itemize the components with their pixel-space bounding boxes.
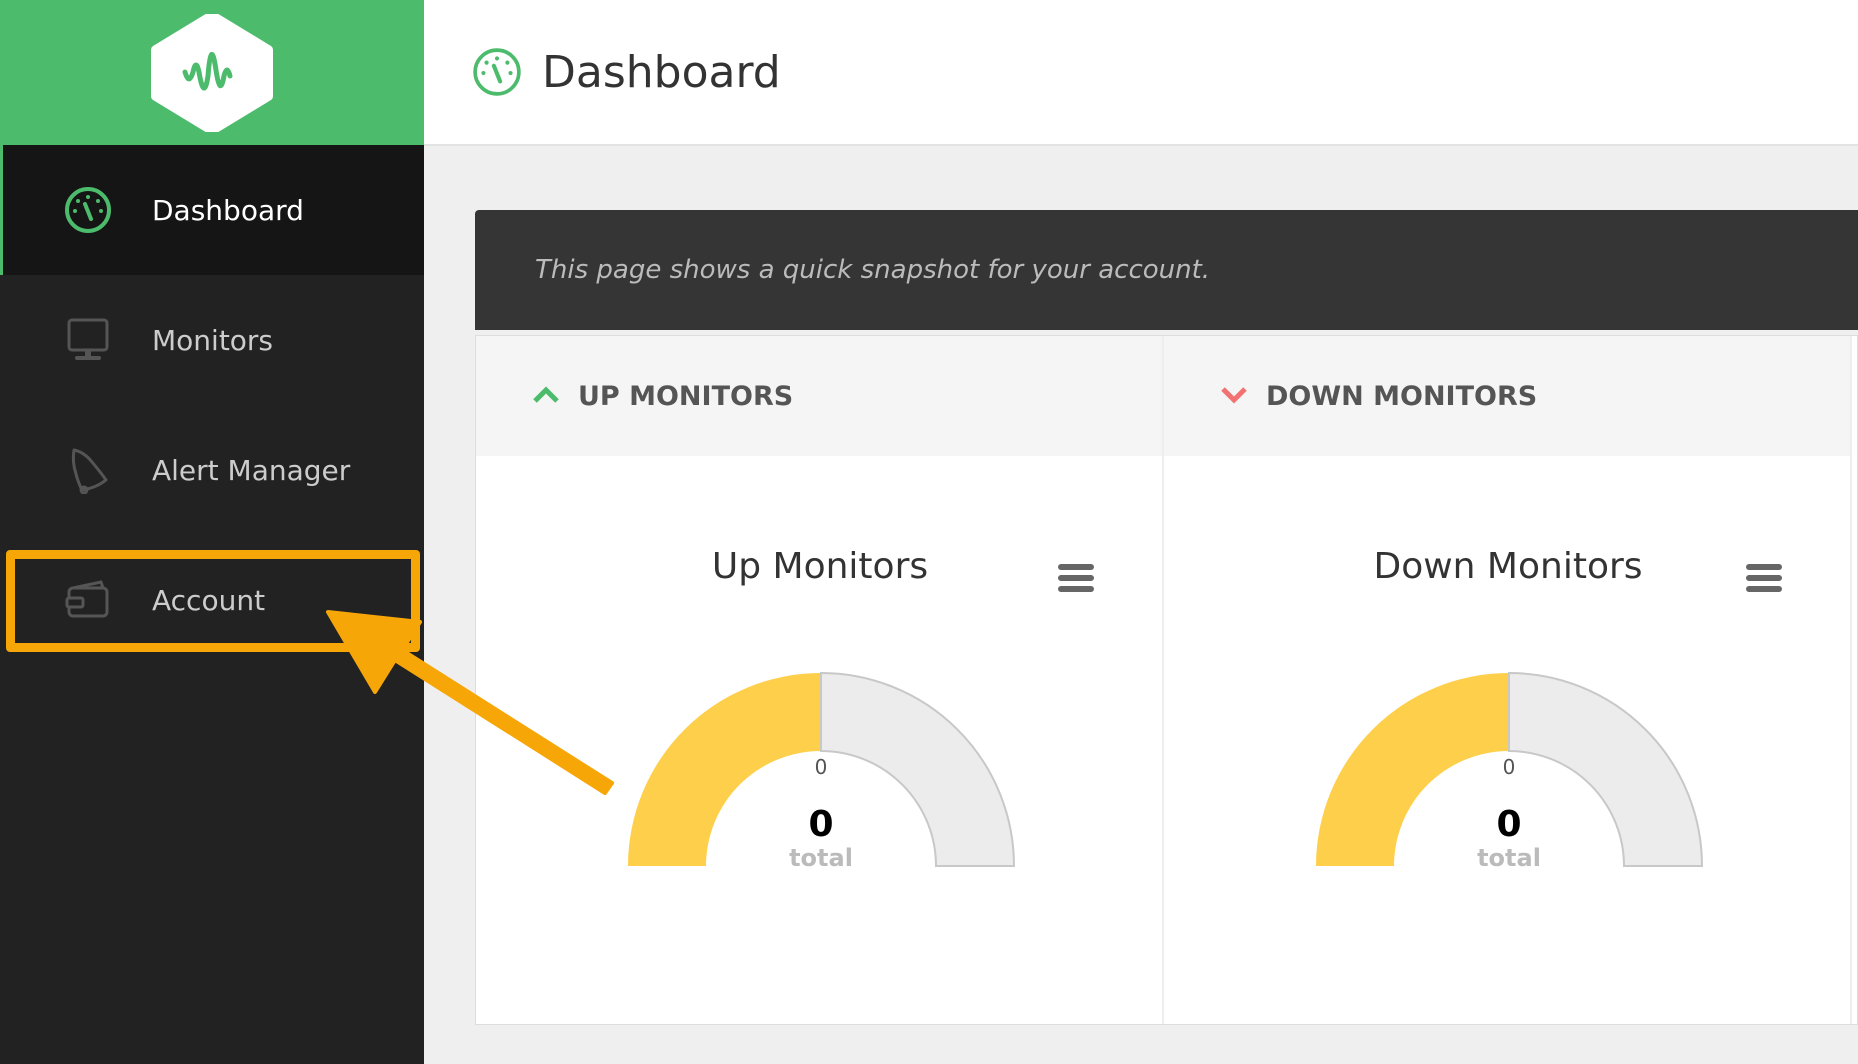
logo-bar (0, 0, 424, 145)
up-monitors-panel: UP MONITORS Up Monitors 0 0 total (476, 336, 1164, 1024)
sidebar-item-label: Dashboard (152, 193, 304, 227)
account-highlight-box (6, 550, 420, 652)
sidebar: Dashboard Monitors Alert Manager Account (0, 0, 424, 1064)
gauge-unit: total (1477, 844, 1541, 872)
page-title: Dashboard (542, 46, 781, 98)
logo-icon[interactable] (150, 13, 274, 132)
chevron-up-icon (532, 382, 560, 410)
chart-menu-button[interactable] (1058, 564, 1094, 597)
page-header: Dashboard (424, 0, 1858, 146)
info-banner: This page shows a quick snapshot for you… (475, 210, 1858, 330)
sidebar-item-label: Monitors (152, 323, 274, 357)
gauge-empty (820, 671, 1016, 867)
banner-text: This page shows a quick snapshot for you… (535, 255, 1211, 285)
gauge-chart: 0 0 total (1316, 671, 1704, 872)
gauge-empty (1508, 671, 1704, 867)
sidebar-item-label: Alert Manager (152, 453, 351, 487)
sidebar-item-dashboard[interactable]: Dashboard (0, 145, 424, 275)
dashboard-icon (473, 48, 521, 96)
dashboard-icon (64, 186, 112, 234)
gauge-value: 0 (1496, 804, 1521, 845)
chart-menu-button[interactable] (1746, 564, 1782, 597)
monitor-panels: UP MONITORS Up Monitors 0 0 total DOWN M… (475, 335, 1858, 1025)
panel-heading: DOWN MONITORS (1266, 380, 1538, 412)
gauge-tick: 0 (815, 755, 828, 779)
chevron-down-icon (1220, 382, 1248, 410)
gauge-chart: 0 0 total (628, 671, 1016, 872)
monitor-icon (64, 316, 112, 364)
down-monitors-panel: DOWN MONITORS Down Monitors 0 0 total (1164, 336, 1852, 1024)
gauge-tick: 0 (1503, 755, 1516, 779)
bell-icon (64, 446, 112, 494)
sidebar-item-monitors[interactable]: Monitors (0, 275, 424, 405)
gauge-filled (628, 673, 821, 866)
gauge-unit: total (789, 844, 853, 872)
gauge-filled (1316, 673, 1509, 866)
panel-heading: UP MONITORS (578, 380, 794, 412)
gauge-value: 0 (808, 804, 833, 845)
sidebar-item-alert-manager[interactable]: Alert Manager (0, 405, 424, 535)
